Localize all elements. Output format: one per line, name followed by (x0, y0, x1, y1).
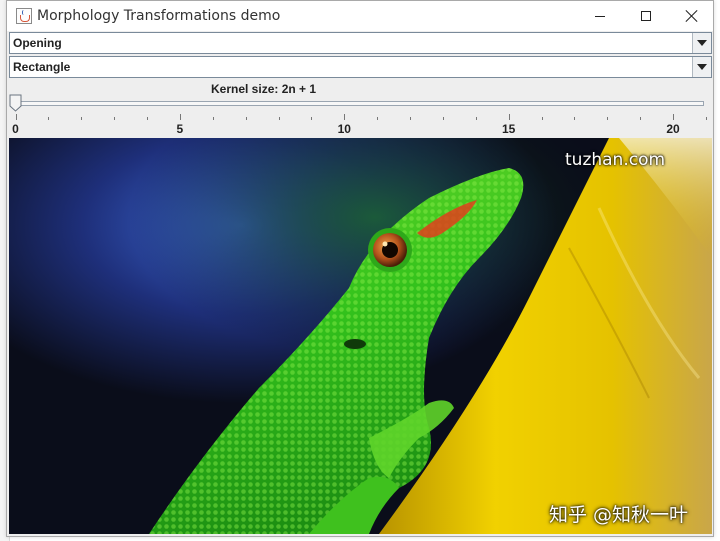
slider-minor-tick (245, 117, 247, 120)
operation-combobox[interactable]: Opening (9, 32, 712, 54)
watermark-top: tuzhan.com (565, 150, 666, 170)
slider-minor-tick (410, 117, 411, 120)
slider-minor-tick (81, 117, 83, 120)
slider-label: Kernel size: 2n + 1 (211, 82, 317, 96)
chevron-down-icon (697, 40, 707, 46)
operation-dropdown-arrow[interactable] (692, 33, 711, 53)
slider-major-tick (179, 114, 181, 120)
slider-minor-tick (607, 117, 609, 120)
slider-minor-tick (475, 117, 477, 120)
element-dropdown-arrow[interactable] (692, 57, 711, 77)
slider-minor-tick (705, 117, 707, 120)
maximize-icon (641, 11, 651, 21)
element-selected: Rectangle (13, 60, 71, 74)
slider-minor-tick (278, 117, 280, 120)
gecko-photo: tuzhan.com 知乎 @知秋一叶 (9, 138, 712, 534)
slider-minor-tick (212, 117, 214, 120)
close-icon (686, 10, 698, 22)
close-button[interactable] (669, 1, 715, 31)
title-bar[interactable]: Morphology Transformations demo (7, 1, 713, 31)
element-combobox[interactable]: Rectangle (9, 56, 712, 78)
slider-major-tick (15, 114, 17, 120)
slider-minor-tick (48, 117, 50, 120)
slider-minor-tick (147, 117, 148, 120)
kernel-size-slider-thumb[interactable] (9, 94, 22, 112)
slider-minor-tick (640, 117, 642, 120)
minimize-icon (595, 15, 605, 17)
minimize-button[interactable] (577, 1, 623, 31)
slider-minor-tick (311, 117, 313, 120)
operation-selected: Opening (13, 36, 62, 50)
slider-tick-label: 5 (176, 122, 184, 136)
slider-major-tick (344, 114, 346, 120)
java-app-icon (16, 8, 32, 24)
chevron-down-icon (697, 64, 707, 70)
slider-tick-label: 10 (337, 122, 351, 136)
kernel-size-slider-track[interactable] (15, 101, 704, 106)
slider-tick-label: 20 (666, 122, 680, 136)
slider-minor-tick (574, 117, 576, 120)
slider-tick-label: 0 (12, 122, 19, 136)
slider-minor-tick (442, 117, 444, 120)
slider-major-tick (673, 114, 674, 120)
slider-minor-tick (541, 117, 543, 120)
slider-major-tick (508, 114, 510, 120)
maximize-button[interactable] (623, 1, 669, 31)
app-window: Morphology Transformations demo Opening … (6, 0, 714, 537)
slider-minor-tick (377, 117, 379, 120)
slider-tick-label: 15 (501, 122, 516, 136)
window-title: Morphology Transformations demo (37, 8, 281, 24)
watermark-bottom: 知乎 @知秋一叶 (549, 504, 689, 526)
slider-minor-tick (114, 117, 116, 120)
